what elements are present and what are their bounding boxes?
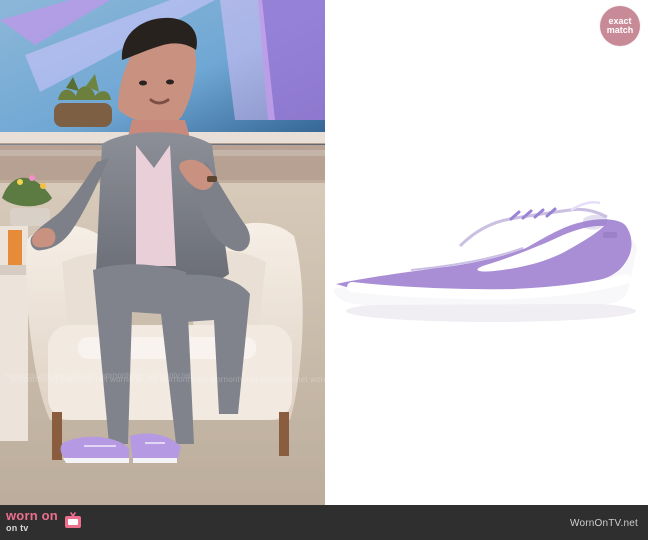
tv-show-photo: wornontv.net wornontv.net wornontv.net w…: [0, 0, 325, 505]
brand-bottom-text: on tv: [6, 523, 29, 533]
tv-show-scene: wornontv.net wornontv.net wornontv.net w…: [0, 0, 325, 505]
footer-bar: worn on on tv WornOnTV.net: [0, 505, 648, 540]
exact-match-badge: exact match: [600, 6, 640, 46]
badge-bottom-label: match: [606, 25, 634, 35]
site-url[interactable]: WornOnTV.net: [570, 518, 638, 529]
page-frame: wornontv.net wornontv.net wornontv.net w…: [0, 0, 648, 540]
product-area: [325, 0, 648, 505]
purple-sneaker: [333, 201, 637, 322]
brand-logo: worn on on tv: [6, 509, 84, 533]
brand-top-text: worn on: [6, 508, 58, 523]
tv-icon: [64, 512, 81, 528]
brand-text: worn on on tv: [6, 509, 58, 533]
photo-watermark-left: wornontv.net wornontv.net wornontv.net w…: [4, 371, 193, 380]
